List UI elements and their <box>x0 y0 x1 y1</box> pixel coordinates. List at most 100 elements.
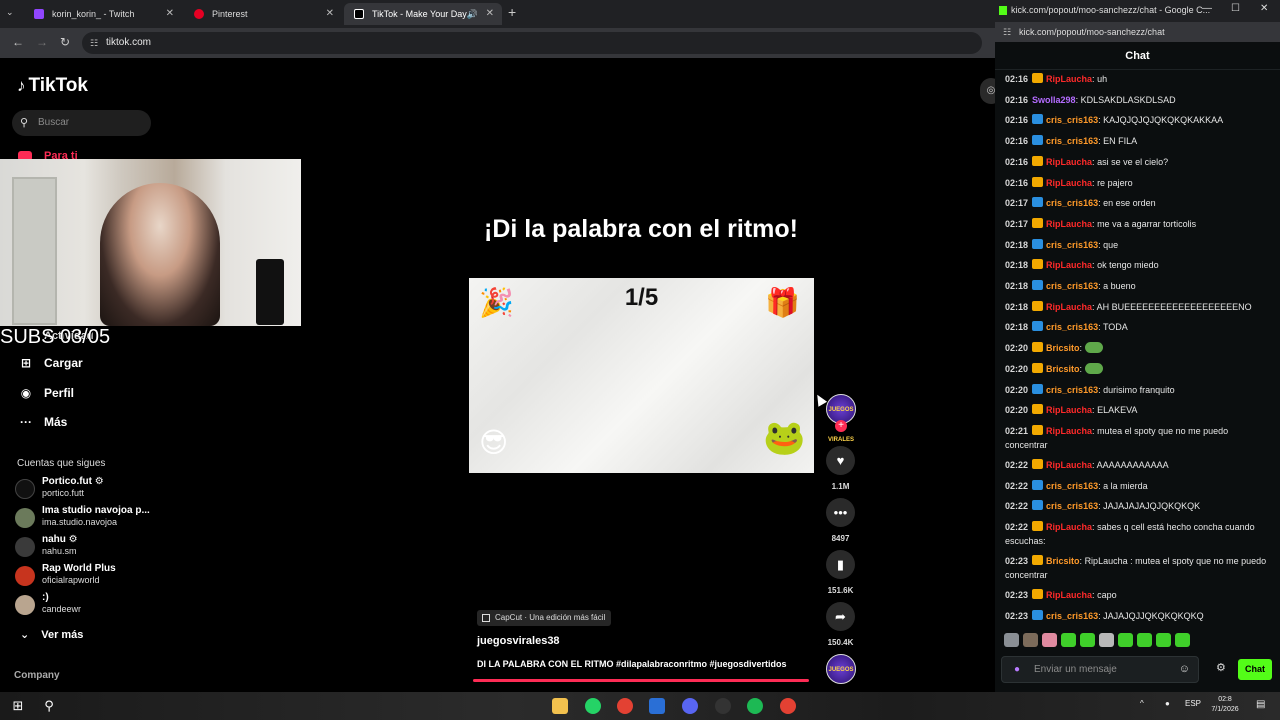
chat-username[interactable]: RipLaucha <box>1046 260 1092 270</box>
send-chat-button[interactable]: Chat <box>1238 659 1272 680</box>
nav-more[interactable]: ··· Más <box>18 415 67 429</box>
footer-company-link[interactable]: Company <box>14 670 60 681</box>
video-player[interactable]: 1/5 🎉 🎁 😎 🐸 <box>469 278 814 473</box>
chat-username[interactable]: cris_cris163 <box>1046 501 1098 511</box>
chat-username[interactable]: Swolla298 <box>1032 95 1076 105</box>
chat-message: 02:22 cris_cris163: JAJAJAJAJQJQKQKQK <box>1005 499 1273 513</box>
chat-username[interactable]: cris_cris163 <box>1046 281 1098 291</box>
chat-username[interactable]: cris_cris163 <box>1046 115 1098 125</box>
reload-icon[interactable]: ↻ <box>60 35 70 49</box>
nav-upload[interactable]: ⊞ Cargar <box>18 356 83 370</box>
notifications-icon[interactable]: ▤ <box>1256 699 1265 710</box>
follow-plus-icon[interactable]: + <box>835 420 847 432</box>
tab-search-icon[interactable]: ⌄ <box>6 7 14 18</box>
minimize-icon[interactable]: — <box>1202 3 1212 14</box>
tab-tiktok[interactable]: TikTok - Make Your Day 🔊 ✕ <box>344 3 502 25</box>
chat-username[interactable]: cris_cris163 <box>1046 198 1098 208</box>
new-tab-button[interactable]: + <box>508 4 516 20</box>
chat-username[interactable]: cris_cris163 <box>1046 136 1098 146</box>
search-icon[interactable]: ⚲ <box>41 698 57 714</box>
windows-start-icon[interactable]: ⊞ <box>10 698 26 714</box>
maximize-icon[interactable]: ☐ <box>1231 3 1240 14</box>
emote-icon[interactable] <box>1023 633 1038 647</box>
share-button[interactable]: ➦ <box>826 602 855 631</box>
chat-username[interactable]: RipLaucha <box>1046 522 1092 532</box>
site-info-icon[interactable]: ☷ <box>90 32 98 54</box>
video-author[interactable]: juegosvirales38 <box>477 635 560 647</box>
skull-emote-icon[interactable] <box>1099 633 1114 647</box>
music-disc[interactable]: JUEGOS VIRALES <box>826 654 856 684</box>
kick-emote-icon[interactable] <box>1080 633 1095 647</box>
emote-icon[interactable] <box>1042 633 1057 647</box>
avatar <box>15 566 35 586</box>
capcut-badge[interactable]: CapCut · Una edición más fácil <box>477 610 612 626</box>
back-icon[interactable]: ← <box>12 35 24 49</box>
chat-timestamp: 02:16 <box>1005 177 1029 188</box>
get-app-icon[interactable]: ◎ <box>980 78 995 104</box>
tray-chevron-icon[interactable]: ^ <box>1140 699 1144 708</box>
close-window-icon[interactable]: ✕ <box>1260 3 1268 14</box>
microphone-icon[interactable]: ● <box>1014 657 1020 682</box>
comment-button[interactable]: ••• <box>826 498 855 527</box>
kick-emote-icon[interactable] <box>1156 633 1171 647</box>
chat-username[interactable]: cris_cris163 <box>1046 240 1098 250</box>
app-icon[interactable] <box>649 698 665 714</box>
file-explorer-icon[interactable] <box>552 698 568 714</box>
search-icon: ⚲ <box>20 117 29 129</box>
tab-twitch[interactable]: korin_korin_ - Twitch ✕ <box>24 3 182 25</box>
chat-username[interactable]: cris_cris163 <box>1046 322 1098 332</box>
chat-username[interactable]: Bricsito <box>1046 364 1080 374</box>
chat-username[interactable]: cris_cris163 <box>1046 611 1098 621</box>
gear-icon[interactable]: ⚙ <box>1216 661 1226 674</box>
close-icon[interactable]: ✕ <box>326 3 334 25</box>
tiktok-logo[interactable]: ♪ TikTok <box>17 75 88 97</box>
kick-emote-icon[interactable] <box>1175 633 1190 647</box>
chat-username[interactable]: RipLaucha <box>1046 74 1092 84</box>
whatsapp-icon[interactable] <box>585 698 601 714</box>
microphone-tray-icon[interactable]: ● <box>1165 699 1170 708</box>
chat-username[interactable]: cris_cris163 <box>1046 385 1098 395</box>
chat-username[interactable]: RipLaucha <box>1046 405 1092 415</box>
close-icon[interactable]: ✕ <box>486 3 494 25</box>
chat-messages[interactable]: 02:16 RipLaucha: uh 02:16 Swolla298: KDLSAK… <box>995 70 1280 625</box>
close-icon[interactable]: ✕ <box>166 3 174 25</box>
tab-pinterest[interactable]: Pinterest ✕ <box>184 3 342 25</box>
popout-url-bar[interactable]: ☷ kick.com/popout/moo-sanchezz/chat <box>995 22 1280 42</box>
browser-chrome: ⌄ korin_korin_ - Twitch ✕ Pinterest ✕ Ti… <box>0 0 995 58</box>
chrome-icon[interactable] <box>780 698 796 714</box>
speaker-icon[interactable]: 🔊 <box>467 3 478 25</box>
site-info-icon[interactable]: ☷ <box>1003 22 1011 42</box>
obs-icon[interactable] <box>715 698 731 714</box>
emoji-picker-icon[interactable]: ☺ <box>1179 657 1190 682</box>
chat-username[interactable]: RipLaucha <box>1046 178 1092 188</box>
chat-username[interactable]: Bricsito <box>1046 556 1080 566</box>
kick-emote-icon[interactable] <box>1137 633 1152 647</box>
kick-emote-icon[interactable] <box>1118 633 1133 647</box>
url-field[interactable]: ☷ tiktok.com <box>82 32 982 54</box>
kick-emote-icon[interactable] <box>1061 633 1076 647</box>
see-more-button[interactable]: ⌄ Ver más <box>20 628 83 641</box>
chrome-icon[interactable] <box>617 698 633 714</box>
chat-username[interactable]: RipLaucha <box>1046 219 1092 229</box>
gift-icon: 🎁 <box>765 287 800 318</box>
discord-icon[interactable] <box>682 698 698 714</box>
chat-username[interactable]: Bricsito <box>1046 343 1080 353</box>
frog-icon: 🐸 <box>763 419 806 457</box>
system-clock[interactable]: 02:8 7/1/2026 <box>1205 695 1245 715</box>
language-indicator[interactable]: ESP <box>1185 699 1201 708</box>
chat-username[interactable]: cris_cris163 <box>1046 481 1098 491</box>
chat-username[interactable]: RipLaucha <box>1046 302 1092 312</box>
search-input[interactable]: ⚲ Buscar <box>12 110 151 136</box>
video-progress-bar[interactable] <box>473 679 809 682</box>
chat-input[interactable]: ● Enviar un mensaje ☺ <box>1001 656 1199 683</box>
chat-username[interactable]: RipLaucha <box>1046 426 1092 436</box>
chat-username[interactable]: RipLaucha <box>1046 460 1092 470</box>
chat-username[interactable]: RipLaucha <box>1046 590 1092 600</box>
cat-emote-icon[interactable] <box>1004 633 1019 647</box>
spotify-icon[interactable] <box>747 698 763 714</box>
chat-username[interactable]: RipLaucha <box>1046 157 1092 167</box>
nav-profile[interactable]: ◉ Perfil <box>18 386 74 400</box>
save-button[interactable]: ▮ <box>826 550 855 579</box>
like-button[interactable]: ♥ <box>826 446 855 475</box>
forward-icon[interactable]: → <box>36 35 48 49</box>
